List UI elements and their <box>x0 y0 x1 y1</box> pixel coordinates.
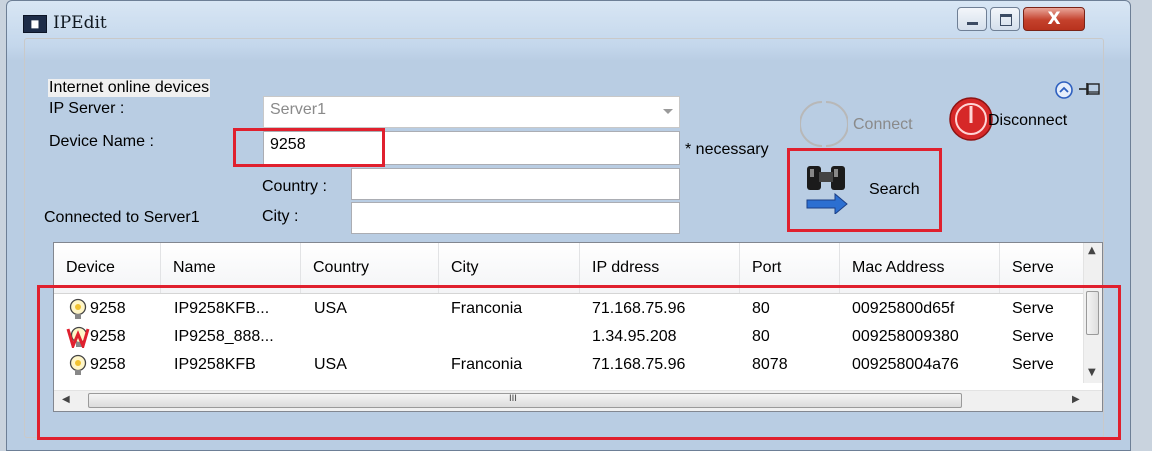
horizontal-scrollbar[interactable]: ◀ III ▶ <box>54 390 1102 411</box>
cell-device: 9258 <box>90 356 126 373</box>
disconnect-button[interactable]: Disconnect <box>948 96 1098 146</box>
cell-port: 8078 <box>752 356 788 373</box>
col-server[interactable]: Serve <box>1000 243 1084 293</box>
table-row[interactable]: 9258 IP9258KFB... USA Franconia 71.168.7… <box>54 295 1084 323</box>
disconnect-label: Disconnect <box>988 112 1068 129</box>
cell-ip: 1.34.95.208 <box>592 328 677 345</box>
connect-button[interactable]: Connect <box>800 96 940 152</box>
device-name-input[interactable]: 9258 <box>263 131 680 165</box>
cell-ip: 71.168.75.96 <box>592 300 686 317</box>
bulb-icon <box>69 354 87 375</box>
cell-city: Franconia <box>451 356 523 373</box>
scroll-grip: III <box>509 394 517 404</box>
cell-name: IP9258_888... <box>174 328 274 345</box>
cell-city <box>451 323 576 351</box>
cell-port: 80 <box>752 328 770 345</box>
warning-bulb-icon <box>66 326 90 348</box>
cell-server: Serve <box>1012 356 1054 373</box>
close-icon: X <box>1047 9 1061 29</box>
city-input[interactable] <box>351 202 680 234</box>
chevron-down-icon <box>663 109 673 114</box>
cell-port: 80 <box>752 300 770 317</box>
col-port[interactable]: Port <box>740 243 840 293</box>
col-country[interactable]: Country <box>301 243 439 293</box>
city-label: City : <box>262 208 299 225</box>
cell-server: Serve <box>1012 328 1054 345</box>
bulb-icon <box>69 298 87 319</box>
device-name-label: Device Name : <box>49 133 154 150</box>
vertical-scrollbar[interactable]: ▲ ▼ <box>1083 243 1102 383</box>
search-button[interactable]: Search <box>795 154 935 224</box>
ip-server-value: Server1 <box>270 101 327 118</box>
connection-status: Connected to Server1 <box>44 209 200 226</box>
cell-mac: 00925800d65f <box>852 300 955 317</box>
cell-server: Serve <box>1012 300 1054 317</box>
window-title: IPEdit <box>53 13 107 33</box>
ip-server-label: IP Server : <box>49 100 125 117</box>
binoculars-icon <box>806 166 848 214</box>
scroll-up-icon[interactable]: ▲ <box>1088 245 1096 256</box>
close-button[interactable]: X <box>1023 7 1085 31</box>
table-row[interactable]: 9258 IP9258_888... 1.34.95.208 80 009258… <box>54 323 1084 351</box>
vertical-scroll-thumb[interactable] <box>1086 291 1099 335</box>
cell-name: IP9258KFB <box>174 356 256 373</box>
connect-label: Connect <box>853 116 913 133</box>
cell-device: 9258 <box>90 300 126 317</box>
ip-server-select[interactable]: Server1 <box>263 96 680 128</box>
col-ip-address[interactable]: IP ddress <box>580 243 740 293</box>
horizontal-scroll-thumb[interactable]: III <box>88 393 962 408</box>
col-device[interactable]: Device <box>54 243 161 293</box>
scroll-right-icon[interactable]: ▶ <box>1072 394 1080 405</box>
cell-country: USA <box>314 356 347 373</box>
app-icon: ▆ <box>23 15 47 33</box>
device-table[interactable]: Device Name Country City IP ddress Port … <box>53 242 1103 412</box>
cell-city: Franconia <box>451 300 523 317</box>
device-name-value: 9258 <box>270 136 306 153</box>
country-label: Country : <box>262 178 327 195</box>
scroll-down-icon[interactable]: ▼ <box>1088 367 1096 378</box>
cell-ip: 71.168.75.96 <box>592 356 686 373</box>
col-mac-address[interactable]: Mac Address <box>840 243 1000 293</box>
cell-country: USA <box>314 300 347 317</box>
search-label: Search <box>869 181 920 198</box>
cell-country <box>314 323 434 351</box>
group-label: Internet online devices <box>48 79 211 97</box>
cell-device: 9258 <box>90 328 126 345</box>
necessary-note: * necessary <box>685 141 769 158</box>
col-name[interactable]: Name <box>161 243 301 293</box>
minimize-button[interactable] <box>957 7 987 31</box>
country-input[interactable] <box>351 168 680 200</box>
scroll-left-icon[interactable]: ◀ <box>62 394 70 405</box>
table-header: Device Name Country City IP ddress Port … <box>54 243 1102 294</box>
connect-icon <box>800 101 848 147</box>
cell-name: IP9258KFB... <box>174 300 270 317</box>
table-row[interactable]: 9258 IP9258KFB USA Franconia 71.168.75.9… <box>54 351 1084 379</box>
col-city[interactable]: City <box>439 243 580 293</box>
cell-mac: 009258004a76 <box>852 356 959 373</box>
pin-icon[interactable] <box>1078 81 1102 97</box>
maximize-button[interactable] <box>990 7 1020 31</box>
cell-mac: 009258009380 <box>852 328 959 345</box>
